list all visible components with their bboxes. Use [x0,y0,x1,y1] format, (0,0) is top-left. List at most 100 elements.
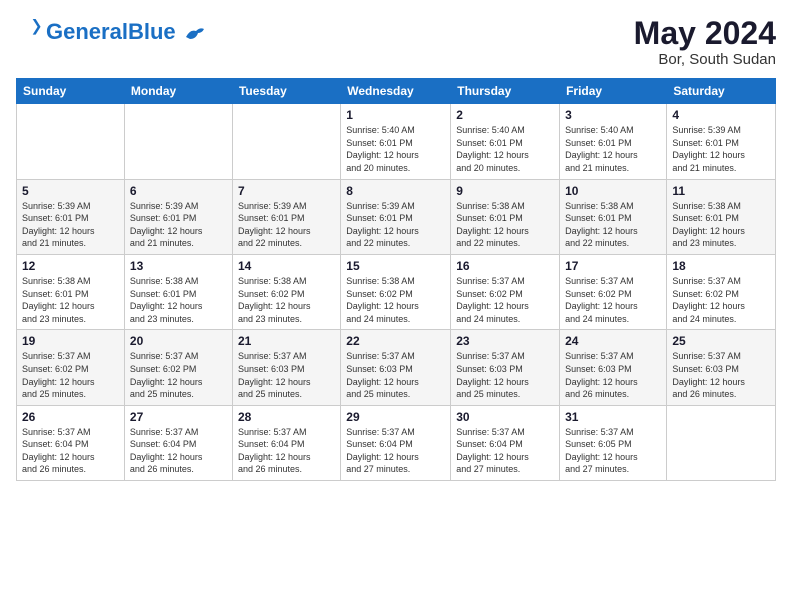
day-number: 28 [238,410,335,424]
calendar-cell: 3 Sunrise: 5:40 AM Sunset: 6:01 PM Daylig… [560,104,667,179]
calendar-cell: 26Sunrise: 5:37 AM Sunset: 6:04 PM Dayli… [17,405,125,480]
calendar-cell: 9Sunrise: 5:38 AM Sunset: 6:01 PM Daylig… [451,179,560,254]
day-info: Sunrise: 5:37 AM Sunset: 6:02 PM Dayligh… [22,350,119,400]
calendar-cell: 31Sunrise: 5:37 AM Sunset: 6:05 PM Dayli… [560,405,667,480]
day-info: Sunrise: 5:38 AM Sunset: 6:02 PM Dayligh… [238,275,335,325]
col-tuesday: Tuesday [232,79,340,104]
calendar-week-4: 19Sunrise: 5:37 AM Sunset: 6:02 PM Dayli… [17,330,776,405]
col-friday: Friday [560,79,667,104]
logo-bird-icon [184,23,206,45]
day-info: Sunrise: 5:37 AM Sunset: 6:03 PM Dayligh… [346,350,445,400]
calendar-week-5: 26Sunrise: 5:37 AM Sunset: 6:04 PM Dayli… [17,405,776,480]
day-info: Sunrise: 5:39 AM Sunset: 6:01 PM Dayligh… [238,200,335,250]
col-saturday: Saturday [667,79,776,104]
col-thursday: Thursday [451,79,560,104]
day-info: Sunrise: 5:37 AM Sunset: 6:02 PM Dayligh… [565,275,661,325]
col-monday: Monday [124,79,232,104]
day-info: Sunrise: 5:37 AM Sunset: 6:02 PM Dayligh… [130,350,227,400]
calendar-cell [124,104,232,179]
day-number: 11 [672,184,770,198]
day-info: Sunrise: 5:38 AM Sunset: 6:01 PM Dayligh… [130,275,227,325]
calendar-cell: 28 Sunrise: 5:37 AM Sunset: 6:04 PM Dayli… [232,405,340,480]
calendar-cell: 5 Sunrise: 5:39 AM Sunset: 6:01 PM Daylig… [17,179,125,254]
calendar-cell: 30 Sunrise: 5:37 AM Sunset: 6:04 PM Dayli… [451,405,560,480]
calendar-cell: 8 Sunrise: 5:39 AM Sunset: 6:01 PM Daylig… [341,179,451,254]
day-info: Sunrise: 5:40 AM Sunset: 6:01 PM Dayligh… [456,124,554,174]
day-number: 1 [346,108,445,122]
day-number: 16 [456,259,554,273]
logo-blue: Blue [128,19,176,44]
day-info: Sunrise: 5:39 AM Sunset: 6:01 PM Dayligh… [22,200,119,250]
day-info: Sunrise: 5:37 AM Sunset: 6:03 PM Dayligh… [565,350,661,400]
day-info: Sunrise: 5:37 AM Sunset: 6:03 PM Dayligh… [238,350,335,400]
day-number: 24 [565,334,661,348]
calendar-cell: 15Sunrise: 5:38 AM Sunset: 6:02 PM Dayli… [341,254,451,329]
col-sunday: Sunday [17,79,125,104]
day-number: 6 [130,184,227,198]
day-info: Sunrise: 5:38 AM Sunset: 6:01 PM Dayligh… [22,275,119,325]
calendar-cell: 17Sunrise: 5:37 AM Sunset: 6:02 PM Dayli… [560,254,667,329]
day-info: Sunrise: 5:39 AM Sunset: 6:01 PM Dayligh… [346,200,445,250]
day-info: Sunrise: 5:37 AM Sunset: 6:02 PM Dayligh… [672,275,770,325]
day-number: 3 [565,108,661,122]
calendar-cell [667,405,776,480]
day-number: 5 [22,184,119,198]
calendar-cell: 23 Sunrise: 5:37 AM Sunset: 6:03 PM Dayli… [451,330,560,405]
logo-text: GeneralBlue [46,20,206,44]
calendar-cell: 22 Sunrise: 5:37 AM Sunset: 6:03 PM Dayli… [341,330,451,405]
calendar-cell [17,104,125,179]
calendar-week-1: 1 Sunrise: 5:40 AM Sunset: 6:01 PM Daylig… [17,104,776,179]
month-year: May 2024 [634,16,776,51]
day-info: Sunrise: 5:39 AM Sunset: 6:01 PM Dayligh… [130,200,227,250]
calendar-cell: 24 Sunrise: 5:37 AM Sunset: 6:03 PM Dayli… [560,330,667,405]
day-number: 2 [456,108,554,122]
day-number: 9 [456,184,554,198]
day-number: 22 [346,334,445,348]
day-number: 15 [346,259,445,273]
calendar-cell: 2 Sunrise: 5:40 AM Sunset: 6:01 PM Daylig… [451,104,560,179]
calendar-cell: 6 Sunrise: 5:39 AM Sunset: 6:01 PM Daylig… [124,179,232,254]
calendar-cell: 4 Sunrise: 5:39 AM Sunset: 6:01 PM Daylig… [667,104,776,179]
calendar-cell: 11 Sunrise: 5:38 AM Sunset: 6:01 PM Dayli… [667,179,776,254]
calendar-cell: 12 Sunrise: 5:38 AM Sunset: 6:01 PM Dayli… [17,254,125,329]
day-info: Sunrise: 5:37 AM Sunset: 6:04 PM Dayligh… [238,426,335,476]
calendar-cell: 1 Sunrise: 5:40 AM Sunset: 6:01 PM Daylig… [341,104,451,179]
day-info: Sunrise: 5:37 AM Sunset: 6:02 PM Dayligh… [456,275,554,325]
day-info: Sunrise: 5:40 AM Sunset: 6:01 PM Dayligh… [346,124,445,174]
day-info: Sunrise: 5:38 AM Sunset: 6:01 PM Dayligh… [672,200,770,250]
calendar-table: Sunday Monday Tuesday Wednesday Thursday… [16,78,776,481]
day-info: Sunrise: 5:37 AM Sunset: 6:04 PM Dayligh… [130,426,227,476]
day-number: 29 [346,410,445,424]
header: GeneralBlue May 2024 Bor, South Sudan [16,16,776,68]
day-info: Sunrise: 5:37 AM Sunset: 6:03 PM Dayligh… [672,350,770,400]
calendar-cell [232,104,340,179]
day-number: 20 [130,334,227,348]
day-info: Sunrise: 5:37 AM Sunset: 6:04 PM Dayligh… [456,426,554,476]
calendar-cell: 29 Sunrise: 5:37 AM Sunset: 6:04 PM Dayli… [341,405,451,480]
logo-icon [18,16,46,44]
calendar-cell: 21 Sunrise: 5:37 AM Sunset: 6:03 PM Dayli… [232,330,340,405]
day-number: 13 [130,259,227,273]
day-number: 4 [672,108,770,122]
calendar-week-2: 5 Sunrise: 5:39 AM Sunset: 6:01 PM Daylig… [17,179,776,254]
day-number: 18 [672,259,770,273]
day-info: Sunrise: 5:39 AM Sunset: 6:01 PM Dayligh… [672,124,770,174]
day-info: Sunrise: 5:37 AM Sunset: 6:03 PM Dayligh… [456,350,554,400]
calendar-cell: 7Sunrise: 5:39 AM Sunset: 6:01 PM Daylig… [232,179,340,254]
day-number: 10 [565,184,661,198]
title-block: May 2024 Bor, South Sudan [634,16,776,68]
day-number: 21 [238,334,335,348]
day-number: 23 [456,334,554,348]
calendar-cell: 14Sunrise: 5:38 AM Sunset: 6:02 PM Dayli… [232,254,340,329]
calendar-cell: 18 Sunrise: 5:37 AM Sunset: 6:02 PM Dayli… [667,254,776,329]
day-number: 8 [346,184,445,198]
calendar-cell: 20 Sunrise: 5:37 AM Sunset: 6:02 PM Dayli… [124,330,232,405]
day-number: 12 [22,259,119,273]
day-info: Sunrise: 5:40 AM Sunset: 6:01 PM Dayligh… [565,124,661,174]
calendar-cell: 19Sunrise: 5:37 AM Sunset: 6:02 PM Dayli… [17,330,125,405]
day-number: 25 [672,334,770,348]
day-number: 27 [130,410,227,424]
calendar-week-3: 12 Sunrise: 5:38 AM Sunset: 6:01 PM Dayli… [17,254,776,329]
day-info: Sunrise: 5:37 AM Sunset: 6:04 PM Dayligh… [346,426,445,476]
day-number: 30 [456,410,554,424]
